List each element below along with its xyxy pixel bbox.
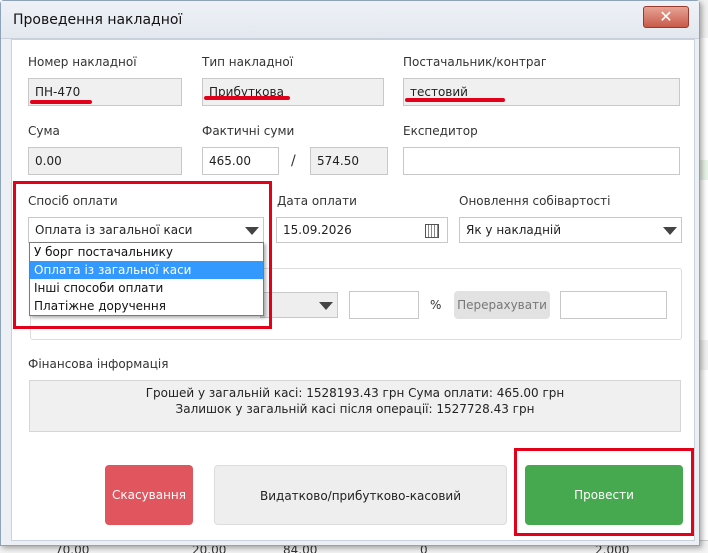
- highlight-box: [13, 181, 272, 329]
- sums-separator: /: [291, 153, 296, 169]
- total-sum-field[interactable]: 574.50: [310, 147, 388, 175]
- discount-value-field[interactable]: [349, 291, 419, 319]
- highlight-underline: [30, 100, 92, 104]
- dialog-content: Номер накладної ПН-470 Тип накладної При…: [11, 39, 695, 541]
- actual-sum-field[interactable]: 465.00: [202, 147, 279, 175]
- finance-line-1: Грошей у загальній касі: 1528193.43 грн …: [145, 386, 565, 400]
- close-icon: ✕: [659, 7, 673, 26]
- finance-info-box: Грошей у загальній касі: 1528193.43 грн …: [29, 380, 681, 432]
- cost-update-value: Як у накладній: [466, 223, 562, 237]
- invoice-type-label: Тип накладної: [202, 55, 294, 69]
- sum-field[interactable]: 0.00: [28, 147, 182, 175]
- finance-line-2: Залишок у загальній касі після операції:…: [175, 402, 535, 416]
- payment-date-value: 15.09.2026: [283, 223, 352, 237]
- percent-label: %: [430, 298, 442, 312]
- sum-label: Сума: [28, 124, 60, 138]
- cost-update-label: Оновлення собівартості: [459, 194, 611, 208]
- close-button[interactable]: ✕: [643, 6, 689, 28]
- dialog-window: Проведення накладної ✕ Номер накладної П…: [0, 0, 700, 546]
- cost-update-select[interactable]: Як у накладній: [459, 217, 682, 243]
- invoice-type-field[interactable]: Прибуткова: [202, 78, 384, 106]
- chevron-down-icon[interactable]: [319, 302, 333, 310]
- payment-date-label: Дата оплати: [277, 194, 357, 208]
- highlight-underline: [405, 98, 505, 102]
- actual-sums-label: Фактичні суми: [202, 124, 295, 138]
- supplier-label: Постачальник/контрагент: [403, 55, 546, 69]
- recalculate-button[interactable]: Перерахувати: [454, 291, 550, 319]
- chevron-down-icon[interactable]: [663, 227, 677, 235]
- invoice-number-label: Номер накладної: [28, 55, 137, 69]
- window-title: Проведення накладної: [13, 12, 183, 28]
- discount-result-field[interactable]: [560, 291, 667, 319]
- payment-date-field[interactable]: 15.09.2026: [276, 217, 448, 243]
- cash-order-button[interactable]: Видатково/прибутково-касовий: [214, 465, 507, 525]
- highlight-underline: [204, 96, 290, 100]
- forwarder-field[interactable]: [403, 147, 680, 175]
- finance-info-label: Фінансова інформація: [28, 357, 169, 371]
- cancel-button[interactable]: Скасування: [105, 465, 193, 525]
- forwarder-label: Експедитор: [403, 124, 478, 138]
- highlight-box: [514, 448, 694, 536]
- title-bar[interactable]: Проведення накладної ✕: [1, 1, 699, 39]
- calendar-icon[interactable]: [425, 224, 439, 238]
